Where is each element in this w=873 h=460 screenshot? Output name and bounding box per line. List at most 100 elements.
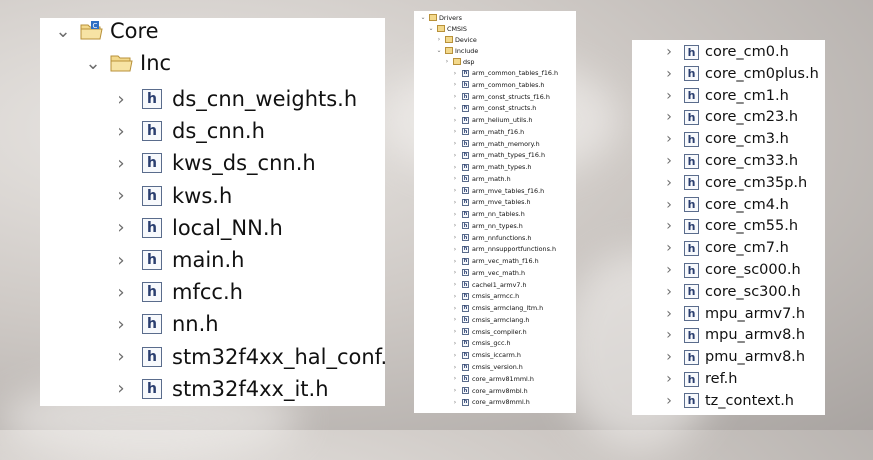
tree-file-item[interactable]: › h core_cm23.h [662, 107, 798, 127]
tree-file-item[interactable]: › h mfcc.h [112, 277, 243, 307]
chevron-right-icon[interactable]: › [112, 378, 130, 399]
chevron-right-icon[interactable]: › [112, 346, 130, 367]
tree-file-item[interactable]: › h arm_helium_utils.h [452, 115, 533, 125]
tree-file-item[interactable]: › h arm_nnsupportfunctions.h [452, 244, 556, 254]
chevron-right-icon[interactable]: › [452, 305, 458, 312]
chevron-right-icon[interactable]: › [452, 175, 458, 182]
chevron-right-icon[interactable]: › [662, 240, 676, 256]
chevron-right-icon[interactable]: › [452, 117, 458, 124]
chevron-right-icon[interactable]: › [436, 36, 442, 43]
tree-file-item[interactable]: › h arm_math_f16.h [452, 127, 524, 137]
chevron-right-icon[interactable]: › [452, 375, 458, 382]
chevron-right-icon[interactable]: › [662, 393, 676, 409]
chevron-right-icon[interactable]: › [452, 81, 458, 88]
tree-node-inc[interactable]: ⌄ Inc [84, 48, 171, 78]
chevron-right-icon[interactable]: › [452, 70, 458, 77]
chevron-down-icon[interactable]: ⌄ [84, 53, 102, 74]
chevron-right-icon[interactable]: › [452, 246, 458, 253]
chevron-right-icon[interactable]: › [662, 109, 676, 125]
tree-file-item[interactable]: › h core_cm1.h [662, 86, 789, 106]
tree-file-item[interactable]: › h arm_common_tables_f16.h [452, 68, 558, 78]
chevron-right-icon[interactable]: › [452, 316, 458, 323]
chevron-right-icon[interactable]: › [112, 153, 130, 174]
tree-node-dsp[interactable]: › dsp [444, 57, 475, 66]
chevron-right-icon[interactable]: › [112, 217, 130, 238]
tree-node-device[interactable]: › Device [436, 35, 477, 44]
tree-file-item[interactable]: › h core_cm0.h [662, 42, 789, 62]
tree-file-item[interactable]: › h arm_nnfunctions.h [452, 233, 532, 243]
chevron-right-icon[interactable]: › [452, 269, 458, 276]
tree-file-item[interactable]: › h main.h [112, 245, 244, 275]
chevron-right-icon[interactable]: › [452, 281, 458, 288]
tree-file-item[interactable]: › h arm_mve_tables.h [452, 197, 531, 207]
tree-file-item[interactable]: › h nn.h [112, 309, 218, 339]
tree-node-drivers[interactable]: ⌄ Drivers [420, 13, 462, 22]
chevron-right-icon[interactable]: › [452, 340, 458, 347]
chevron-right-icon[interactable]: › [662, 66, 676, 82]
tree-file-item[interactable]: › h local_NN.h [112, 213, 282, 243]
chevron-right-icon[interactable]: › [662, 284, 676, 300]
chevron-right-icon[interactable]: › [662, 175, 676, 191]
tree-file-item[interactable]: › h arm_vec_math_f16.h [452, 256, 539, 266]
chevron-right-icon[interactable]: › [662, 262, 676, 278]
tree-file-item[interactable]: › h tz_context.h [662, 391, 794, 411]
chevron-right-icon[interactable]: › [662, 88, 676, 104]
tree-file-item[interactable]: › h arm_vec_math.h [452, 268, 525, 278]
chevron-right-icon[interactable]: › [112, 250, 130, 271]
tree-file-item[interactable]: › h ds_cnn.h [112, 116, 265, 146]
chevron-right-icon[interactable]: › [452, 328, 458, 335]
chevron-right-icon[interactable]: › [452, 211, 458, 218]
chevron-right-icon[interactable]: › [662, 371, 676, 387]
tree-file-item[interactable]: › h stm32f4xx_hal_conf.h [112, 342, 385, 372]
chevron-right-icon[interactable]: › [662, 131, 676, 147]
tree-file-item[interactable]: › h kws_ds_cnn.h [112, 148, 315, 178]
chevron-right-icon[interactable]: › [662, 44, 676, 60]
chevron-right-icon[interactable]: › [452, 293, 458, 300]
chevron-right-icon[interactable]: › [452, 199, 458, 206]
tree-file-item[interactable]: › h stm32f4xx_it.h [112, 374, 328, 404]
tree-file-item[interactable]: › h ref.h [662, 369, 737, 389]
chevron-right-icon[interactable]: › [444, 58, 450, 65]
tree-node-include[interactable]: ⌄ Include [436, 46, 478, 55]
tree-file-item[interactable]: › h arm_nn_types.h [452, 221, 523, 231]
chevron-down-icon[interactable]: ⌄ [54, 21, 72, 42]
chevron-right-icon[interactable]: › [452, 128, 458, 135]
tree-file-item[interactable]: › h core_cm7.h [662, 238, 789, 258]
chevron-right-icon[interactable]: › [452, 187, 458, 194]
chevron-right-icon[interactable]: › [452, 140, 458, 147]
tree-node-core[interactable]: ⌄ C Core [54, 18, 158, 44]
tree-file-item[interactable]: › h arm_nn_tables.h [452, 209, 525, 219]
tree-file-item[interactable]: › h cmsis_iccarm.h [452, 350, 521, 360]
tree-file-item[interactable]: › h core_armv81mml.h [452, 374, 534, 384]
tree-file-item[interactable]: › h cmsis_armcc.h [452, 291, 519, 301]
chevron-right-icon[interactable]: › [452, 234, 458, 241]
tree-file-item[interactable]: › h core_sc300.h [662, 282, 800, 302]
tree-file-item[interactable]: › h arm_math_types_f16.h [452, 150, 545, 160]
tree-node-cmsis[interactable]: ⌄ CMSIS [428, 24, 467, 33]
tree-file-item[interactable]: › h cmsis_compiler.h [452, 327, 527, 337]
chevron-right-icon[interactable]: › [452, 164, 458, 171]
chevron-right-icon[interactable]: › [452, 387, 458, 394]
tree-file-item[interactable]: › h core_sc000.h [662, 260, 800, 280]
tree-file-item[interactable]: › h core_armv8mbl.h [452, 386, 528, 396]
tree-file-item[interactable]: › h arm_math_memory.h [452, 139, 540, 149]
tree-file-item[interactable]: › h mpu_armv8.h [662, 325, 805, 345]
tree-file-item[interactable]: › h core_cm0plus.h [662, 64, 819, 84]
chevron-right-icon[interactable]: › [112, 89, 130, 110]
chevron-right-icon[interactable]: › [662, 349, 676, 365]
tree-file-item[interactable]: › h core_cm3.h [662, 129, 789, 149]
tree-file-item[interactable]: › h cmsis_gcc.h [452, 338, 511, 348]
chevron-right-icon[interactable]: › [662, 153, 676, 169]
chevron-right-icon[interactable]: › [662, 197, 676, 213]
chevron-right-icon[interactable]: › [452, 352, 458, 359]
tree-file-item[interactable]: › h cmsis_armclang.h [452, 315, 530, 325]
tree-file-item[interactable]: › h pmu_armv8.h [662, 347, 805, 367]
chevron-right-icon[interactable]: › [452, 364, 458, 371]
tree-file-item[interactable]: › h cmsis_armclang_ltm.h [452, 303, 543, 313]
chevron-down-icon[interactable]: ⌄ [436, 47, 442, 54]
chevron-down-icon[interactable]: ⌄ [420, 14, 426, 21]
chevron-right-icon[interactable]: › [112, 314, 130, 335]
chevron-right-icon[interactable]: › [452, 258, 458, 265]
tree-file-item[interactable]: › h arm_const_structs.h [452, 103, 537, 113]
tree-file-item[interactable]: › h mpu_armv7.h [662, 304, 805, 324]
